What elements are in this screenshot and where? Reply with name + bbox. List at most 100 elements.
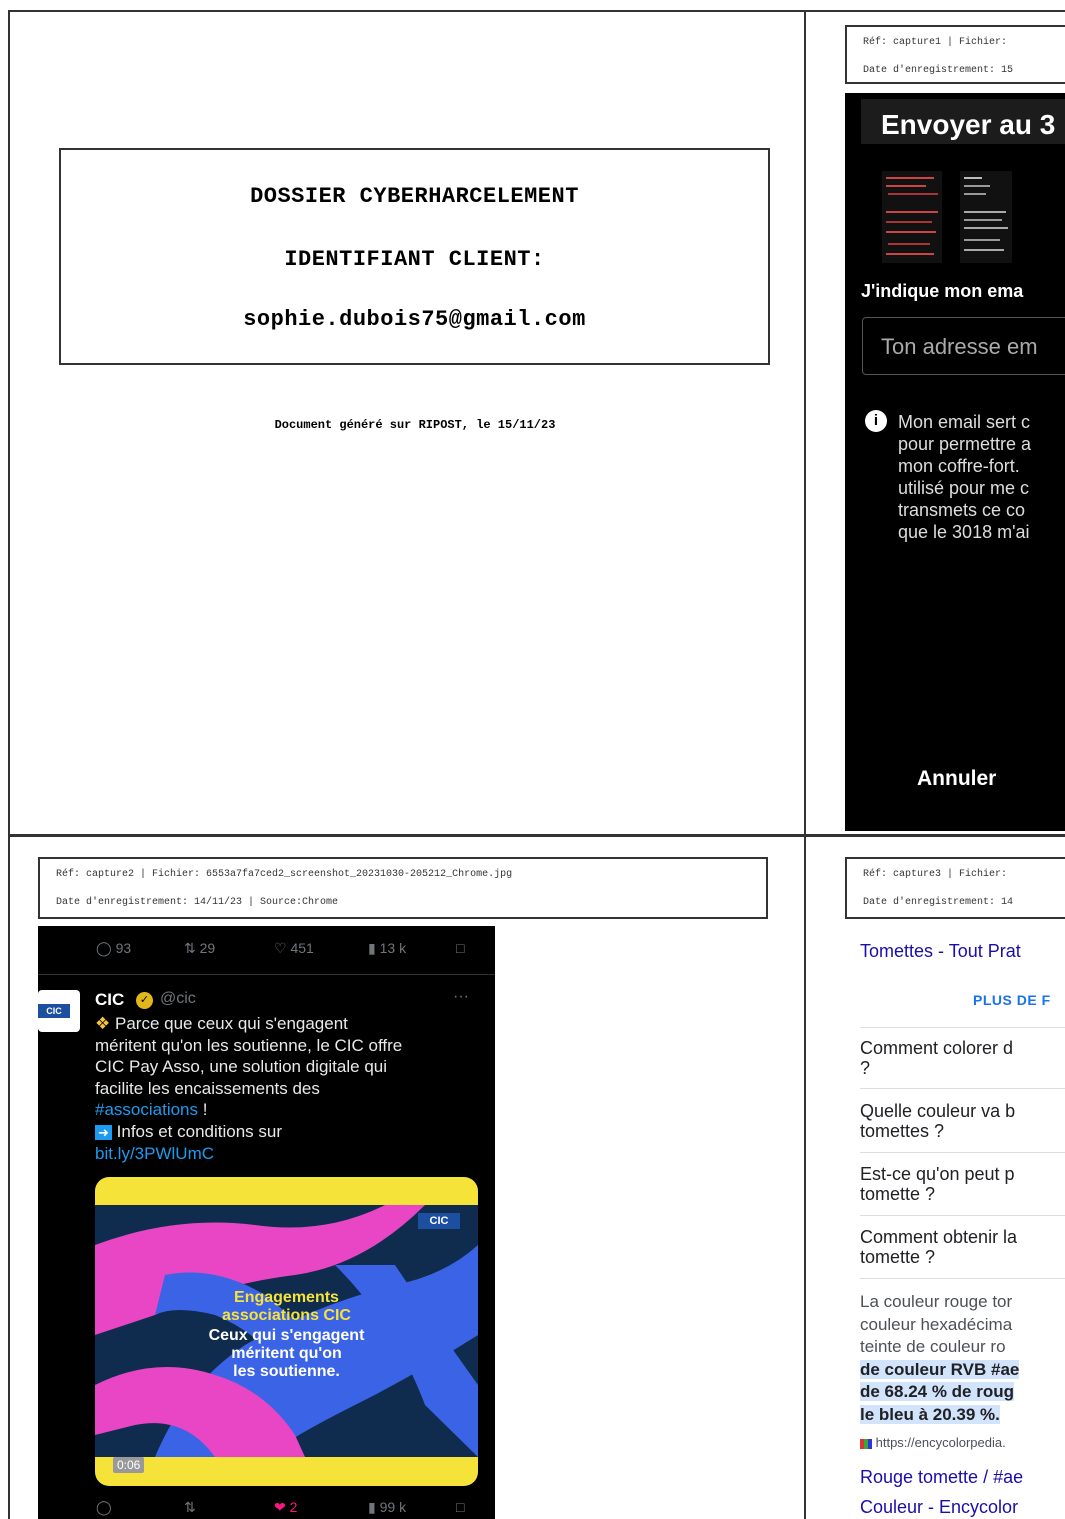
snippet-highlight: de 68.24 % de roug (860, 1382, 1014, 1401)
vertical-divider (804, 10, 806, 1519)
dialog-title: Envoyer au 3 (881, 109, 1056, 140)
info-line: mon coffre-fort. (898, 456, 1020, 476)
view-count: 13 k (379, 940, 407, 956)
info-line: que le 3018 m'ai (898, 522, 1030, 542)
question-text: Comment colorer d (860, 1038, 1014, 1058)
like-count: 451 (290, 940, 314, 956)
like-button[interactable]: ♡ 451 (274, 940, 314, 957)
capture3-meta-ref: Réf: capture3 | Fichier: (863, 869, 1008, 880)
result-link-encycolorpedia[interactable]: Couleur - Encycolor (860, 1497, 1018, 1518)
views-icon: ▮ (368, 1499, 376, 1515)
separator (860, 1152, 1065, 1153)
tweet-line: CIC Pay Asso, une solution digitale qui (95, 1057, 388, 1076)
document-thumbnail-2 (960, 171, 1012, 263)
heart-icon: ♡ (274, 940, 287, 956)
cover-title: DOSSIER CYBERHARCELEMENT (250, 184, 579, 209)
separator (860, 1278, 1065, 1279)
account-name[interactable]: CIC (95, 990, 124, 1010)
avatar[interactable]: CIC (38, 990, 80, 1032)
tweet-line: Parce que ceux qui s'engagent (114, 1014, 348, 1033)
bookmark-icon[interactable]: □ (456, 1499, 464, 1515)
info-line: Mon email sert c (898, 412, 1031, 432)
reply-icon: ◯ (96, 940, 112, 956)
more-options-icon[interactable]: ··· (453, 988, 469, 1006)
capture2-screenshot: ◯ 93 ⇅ 29 ♡ 451 ▮ 13 k □ CIC CIC ✓ @cic … (38, 926, 495, 1519)
capture2-meta-ref: Réf: capture2 | Fichier: 6553a7fa7ced2_s… (56, 869, 513, 880)
video-artwork: CIC Engagements associations CIC Ceux qu… (95, 1205, 478, 1457)
views-button[interactable]: ▮ 13 k (368, 940, 406, 957)
snippet-highlight: le bleu à 20.39 %. (860, 1404, 1000, 1424)
account-handle[interactable]: @cic (160, 990, 196, 1008)
question-text: Est-ce qu'on peut p (860, 1164, 1015, 1184)
question-item[interactable]: Comment colorer d ? (860, 1038, 1013, 1078)
tweet-video[interactable]: CIC Engagements associations CIC Ceux qu… (95, 1177, 478, 1486)
result-link-tomettes[interactable]: Tomettes - Tout Prat (860, 941, 1021, 962)
question-item[interactable]: Est-ce qu'on peut p tomette ? (860, 1164, 1015, 1204)
question-text: Quelle couleur va b (860, 1101, 1016, 1121)
email-input-placeholder: Ton adresse em (881, 334, 1038, 359)
info-icon: i (865, 410, 887, 432)
handshake-icon: ❖ (95, 1014, 111, 1033)
question-text: tomette ? (860, 1184, 936, 1204)
question-text: ? (860, 1058, 871, 1078)
client-email: sophie.dubois75@gmail.com (243, 307, 586, 332)
capture1-screenshot: Envoyer au 3 J'indique mon ema Ton adres… (845, 93, 1065, 831)
capture2-meta: Réf: capture2 | Fichier: 6553a7fa7ced2_s… (38, 857, 768, 919)
retweet-button[interactable]: ⇅ 29 (184, 940, 215, 957)
verified-badge-icon: ✓ (136, 992, 153, 1009)
capture1-meta: Réf: capture1 | Fichier: Date d'enregist… (845, 25, 1065, 84)
question-item[interactable]: Quelle couleur va b tomettes ? (860, 1101, 1015, 1141)
image-heading-1: Engagements (234, 1289, 339, 1306)
snippet-line: couleur hexadécima (860, 1314, 1013, 1334)
bookmark-icon[interactable]: □ (456, 940, 464, 956)
like-button[interactable]: ❤ 2 (274, 1499, 297, 1516)
result-link-rouge-tomette[interactable]: Rouge tomette / #ae (860, 1467, 1023, 1488)
reply-button[interactable]: ◯ 93 (96, 940, 131, 957)
capture1-meta-date: Date d'enregistrement: 15 (863, 65, 1014, 76)
snippet-line: La couleur rouge tor (860, 1292, 1013, 1311)
capture3-screenshot: Tomettes - Tout Prat PLUS DE F Comment c… (845, 921, 1065, 1519)
retweet-count: 29 (199, 940, 216, 956)
image-text-3: les soutienne. (233, 1363, 340, 1380)
image-text-2: méritent qu'on (231, 1345, 342, 1362)
views-button[interactable]: ▮ 99 k (368, 1499, 406, 1516)
view-count: 99 k (379, 1499, 407, 1515)
tweet-line: Infos et conditions sur (116, 1121, 283, 1141)
tweet-tail: ! (198, 1100, 208, 1119)
cancel-button[interactable]: Annuler (917, 767, 996, 791)
question-item[interactable]: Comment obtenir la tomette ? (860, 1227, 1017, 1267)
top-action-bar: ◯ 93 ⇅ 29 ♡ 451 ▮ 13 k □ (38, 940, 495, 970)
question-text: tomettes ? (860, 1121, 945, 1141)
views-icon: ▮ (368, 940, 376, 956)
document-thumbnail-1 (882, 171, 942, 263)
heart-filled-icon: ❤ (274, 1499, 286, 1515)
arrow-right-icon: ➜ (95, 1124, 112, 1140)
hashtag-link[interactable]: #associations (95, 1100, 198, 1119)
reply-count: 93 (115, 940, 132, 956)
more-results-label[interactable]: PLUS DE F (973, 992, 1051, 1008)
featured-snippet: La couleur rouge tor couleur hexadécima … (860, 1291, 1020, 1426)
avatar-logo: CIC (38, 1004, 70, 1018)
info-text: Mon email sert c pour permettre a mon co… (898, 411, 1031, 543)
snippet-highlight: de couleur RVB #ae (860, 1359, 1020, 1379)
info-line: transmets ce co (898, 500, 1026, 520)
separator (38, 974, 495, 975)
cover-footer: Document généré sur RIPOST, le 15/11/23 (274, 418, 556, 432)
cover-box: DOSSIER CYBERHARCELEMENT IDENTIFIANT CLI… (59, 148, 770, 365)
question-text: Comment obtenir la (860, 1227, 1018, 1247)
tweet-line: méritent qu'on les soutienne, le CIC off… (95, 1035, 403, 1055)
separator (860, 1088, 1065, 1089)
source-url[interactable]: https://encycolorpedia. (860, 1435, 1006, 1450)
video-duration: 0:06 (113, 1457, 145, 1473)
bottom-action-bar: ◯ ⇅ ❤ 2 ▮ 99 k □ (38, 1499, 495, 1519)
like-count: 2 (289, 1499, 298, 1515)
info-line: pour permettre a (898, 434, 1032, 454)
capture3-meta: Réf: capture3 | Fichier: Date d'enregist… (845, 857, 1065, 919)
retweet-icon[interactable]: ⇅ (184, 1499, 196, 1516)
separator (860, 1215, 1065, 1216)
short-link[interactable]: bit.ly/3PWlUmC (95, 1143, 490, 1165)
source-url-text: https://encycolorpedia. (875, 1435, 1006, 1450)
tweet-line: facilite les encaissements des (95, 1078, 320, 1098)
reply-icon[interactable]: ◯ (96, 1499, 112, 1516)
email-input[interactable]: Ton adresse em (862, 317, 1065, 375)
